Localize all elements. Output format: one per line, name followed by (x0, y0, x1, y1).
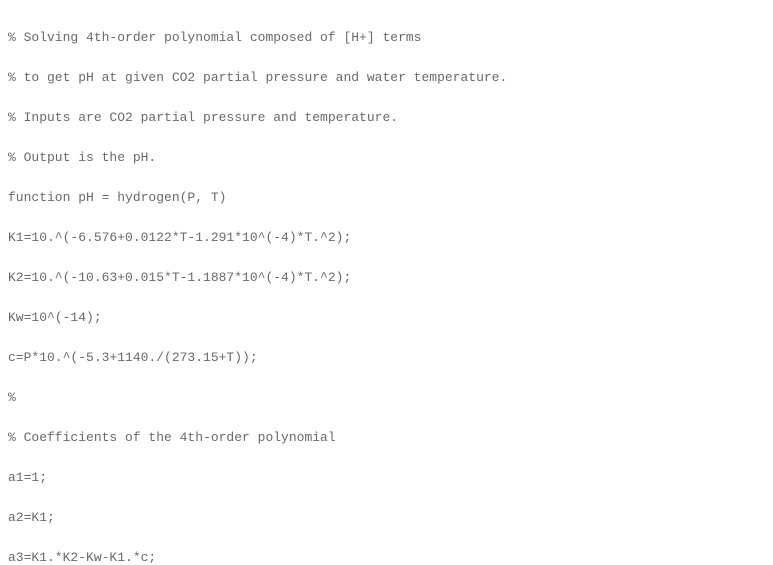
code-line: % Output is the pH. (8, 148, 765, 168)
code-line: function pH = hydrogen(P, T) (8, 188, 765, 208)
code-line: % Solving 4th-order polynomial composed … (8, 28, 765, 48)
code-block: % Solving 4th-order polynomial composed … (8, 8, 765, 565)
code-line: % Coefficients of the 4th-order polynomi… (8, 428, 765, 448)
code-line: Kw=10^(-14); (8, 308, 765, 328)
code-line: a2=K1; (8, 508, 765, 528)
code-line: % Inputs are CO2 partial pressure and te… (8, 108, 765, 128)
code-line: K2=10.^(-10.63+0.015*T-1.1887*10^(-4)*T.… (8, 268, 765, 288)
code-line: a3=K1.*K2-Kw-K1.*c; (8, 548, 765, 565)
code-line: % to get pH at given CO2 partial pressur… (8, 68, 765, 88)
code-line: % (8, 388, 765, 408)
code-line: K1=10.^(-6.576+0.0122*T-1.291*10^(-4)*T.… (8, 228, 765, 248)
code-line: a1=1; (8, 468, 765, 488)
code-line: c=P*10.^(-5.3+1140./(273.15+T)); (8, 348, 765, 368)
